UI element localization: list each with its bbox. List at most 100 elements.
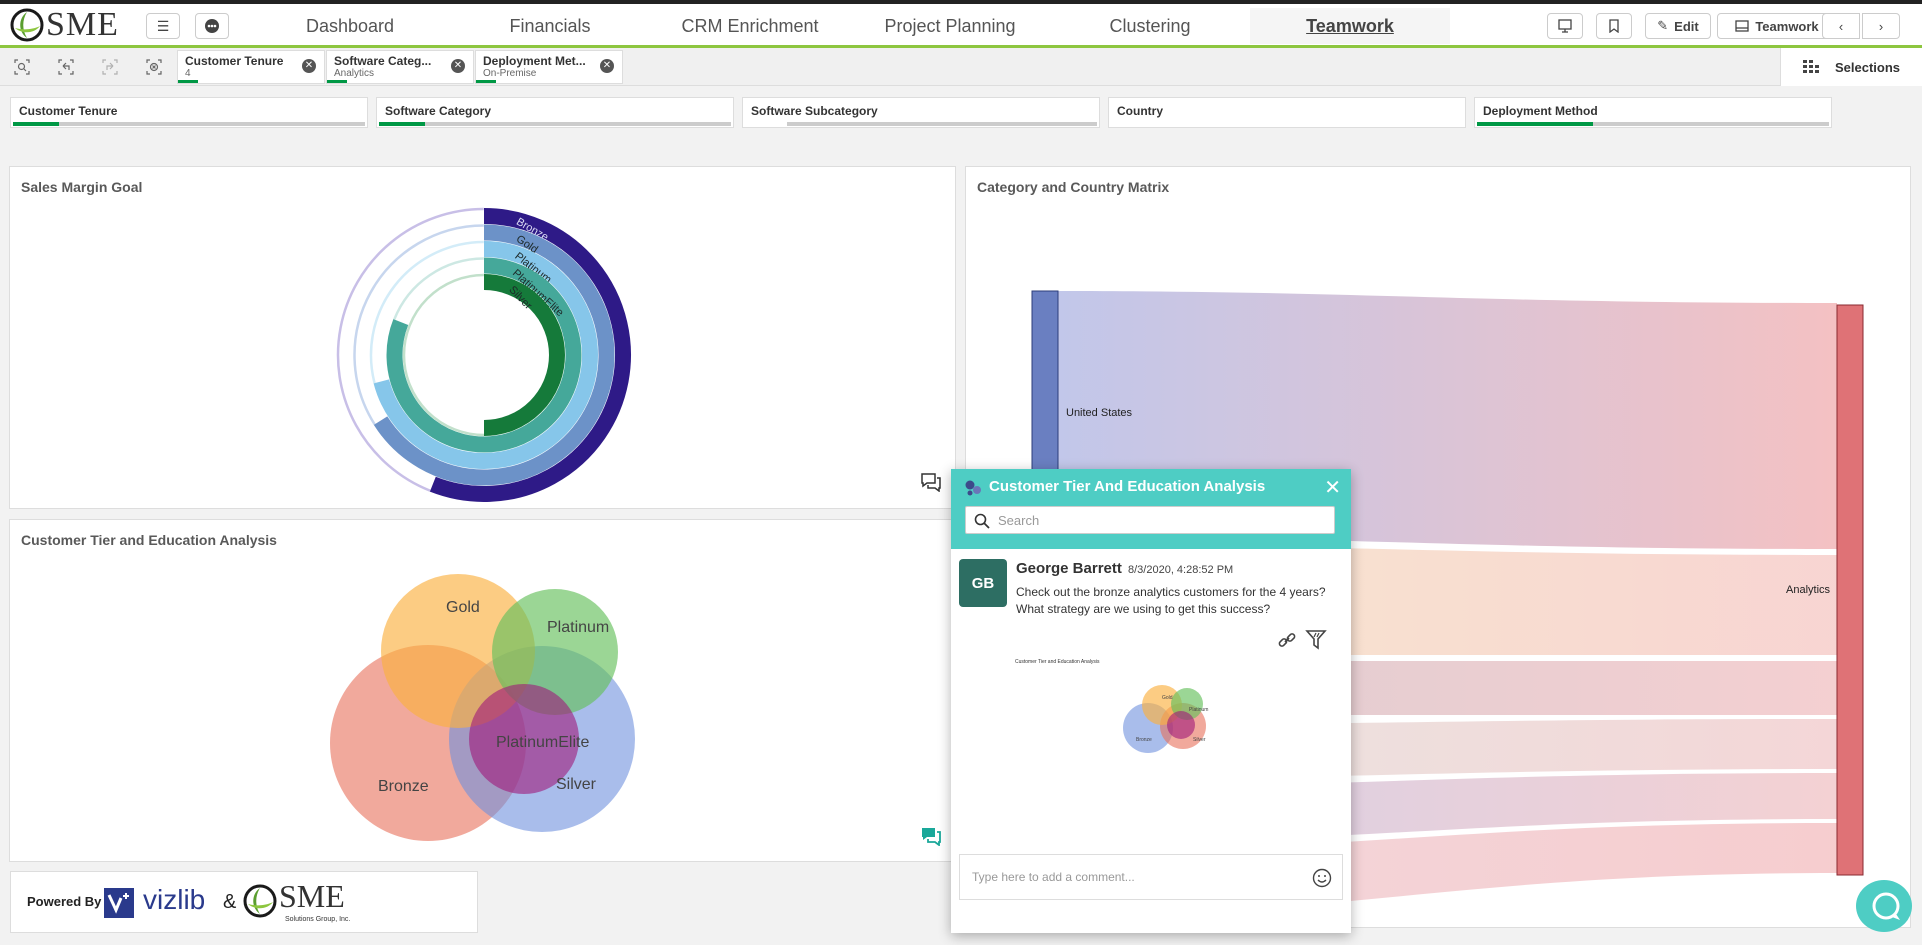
previous-sheet-button[interactable]: ‹	[1822, 13, 1860, 39]
selections-button[interactable]: Selections	[1780, 48, 1922, 86]
top-nav-bar: SME ☰ Dashboard Financials CRM Enrichmen…	[0, 0, 1922, 48]
tab-crm-enrichment[interactable]: CRM Enrichment	[650, 8, 850, 44]
filter-software-category[interactable]: Software Category	[376, 97, 734, 128]
filter-deployment-method[interactable]: Deployment Method	[1474, 97, 1832, 128]
close-icon[interactable]: ✕	[1324, 475, 1341, 500]
vizlib-brand: vizlib	[143, 884, 206, 915]
step-forward-icon	[102, 59, 118, 75]
filter-track	[13, 122, 365, 126]
chip-value: 4	[185, 68, 191, 79]
selection-chip-software-category[interactable]: Software Categ... Analytics ✕	[326, 50, 474, 84]
link-icon[interactable]	[1277, 631, 1297, 649]
chip-value: Analytics	[334, 68, 375, 79]
comment-active-icon[interactable]	[920, 826, 942, 846]
venn-label-platinumelite: PlatinumElite	[496, 734, 590, 751]
comment-author: George Barrett	[1016, 560, 1122, 577]
tab-teamwork[interactable]: Teamwork	[1250, 8, 1450, 44]
chevron-right-icon: ›	[1878, 18, 1884, 34]
sheet-menu-label: Teamwork	[1755, 18, 1819, 34]
search-icon	[974, 513, 990, 529]
comment-input[interactable]	[972, 870, 1292, 884]
sheet-icon	[1735, 20, 1749, 32]
edit-button[interactable]: ✎ Edit	[1645, 13, 1711, 39]
sankey-target-node	[1836, 304, 1864, 876]
sankey-source-label: United States	[1066, 407, 1133, 419]
app-overview-button[interactable]	[195, 13, 229, 39]
smart-search-button[interactable]	[12, 59, 32, 77]
sme-logo-icon	[10, 8, 44, 42]
smart-search-icon	[14, 59, 30, 75]
filter-country[interactable]: Country	[1108, 97, 1466, 128]
thumbnail-label-bronze: Bronze	[1136, 737, 1152, 743]
venn-label-silver: Silver	[556, 776, 597, 793]
comment-thumbnail[interactable]: Customer Tier and Education Analysis Gol…	[1011, 655, 1251, 761]
filter-fill	[379, 122, 425, 126]
app-overview-icon	[205, 19, 219, 33]
step-forward-button[interactable]	[100, 59, 120, 77]
global-menu-button[interactable]: ☰	[146, 13, 180, 39]
filter-fill	[13, 122, 59, 126]
selections-grid-icon	[1803, 60, 1819, 73]
chip-title: Deployment Met...	[483, 54, 586, 68]
selection-chip-customer-tenure[interactable]: Customer Tenure 4 ✕	[177, 50, 325, 84]
filter-track	[1477, 122, 1829, 126]
present-button[interactable]	[1547, 13, 1583, 39]
close-icon[interactable]: ✕	[600, 59, 614, 73]
selection-bar: Customer Tenure 4 ✕ Software Categ... An…	[0, 48, 1922, 86]
tab-clustering[interactable]: Clustering	[1050, 8, 1250, 44]
pencil-icon: ✎	[1657, 18, 1669, 33]
tab-dashboard[interactable]: Dashboard	[250, 8, 450, 44]
selection-chip-deployment-method[interactable]: Deployment Met... On-Premise ✕	[475, 50, 623, 84]
filter-track	[787, 122, 1097, 126]
apply-selections-icon[interactable]	[1305, 629, 1327, 651]
filter-label: Software Subcategory	[751, 104, 878, 118]
chat-bubbles-icon	[965, 480, 981, 496]
tab-financials[interactable]: Financials	[450, 8, 650, 44]
comment-search	[965, 506, 1335, 534]
chip-value: On-Premise	[483, 68, 537, 79]
hamburger-icon: ☰	[156, 17, 170, 34]
popup-header: Customer Tier And Education Analysis ✕	[951, 469, 1351, 549]
next-sheet-button[interactable]: ›	[1862, 13, 1900, 39]
app-logo[interactable]: SME	[10, 6, 119, 43]
sankey-target-label: Analytics	[1786, 584, 1831, 596]
comment-search-input[interactable]	[998, 513, 1318, 528]
filter-label: Deployment Method	[1483, 104, 1598, 118]
emoji-icon[interactable]	[1312, 868, 1332, 888]
avatar: GB	[959, 559, 1007, 607]
close-icon[interactable]: ✕	[451, 59, 465, 73]
vizlib-logo-icon	[104, 888, 134, 918]
help-chat-button[interactable]	[1856, 880, 1912, 932]
edit-label: Edit	[1674, 18, 1699, 34]
close-icon[interactable]: ✕	[302, 59, 316, 73]
popup-title: Customer Tier And Education Analysis	[989, 478, 1266, 495]
comment-icon[interactable]	[920, 472, 942, 492]
sme-brand: SME	[279, 878, 345, 914]
sheet-menu-button[interactable]: Teamwork	[1717, 13, 1837, 39]
clear-all-icon	[146, 59, 162, 75]
sheet-tabs: Dashboard Financials CRM Enrichment Proj…	[250, 8, 1450, 44]
thumbnail-label-platinum: Platinum	[1189, 707, 1209, 713]
powered-by-banner: Powered By vizlib & SME Solutions Group,…	[10, 871, 478, 933]
logo-text: SME	[46, 6, 119, 43]
venn-diagram	[330, 574, 635, 841]
comment-text: Check out the bronze analytics customers…	[1016, 585, 1326, 616]
bookmark-button[interactable]	[1596, 13, 1632, 39]
filter-label: Software Category	[385, 104, 492, 118]
comment-timestamp: 8/3/2020, 4:28:52 PM	[1128, 564, 1234, 576]
thumbnail-label-silver: Silver	[1193, 737, 1206, 743]
step-back-button[interactable]	[56, 59, 76, 77]
chip-selection-bar	[476, 80, 496, 83]
venn-label-bronze: Bronze	[378, 778, 429, 795]
selections-label: Selections	[1835, 59, 1901, 75]
sales-margin-goal-panel: Sales Margin Goal Bronze Gold Platinum Plat…	[9, 166, 956, 509]
clear-all-button[interactable]	[144, 59, 164, 77]
filter-fill	[1477, 122, 1594, 126]
filter-label: Country	[1117, 104, 1163, 118]
tab-project-planning[interactable]: Project Planning	[850, 8, 1050, 44]
filter-software-subcategory[interactable]: Software Subcategory	[742, 97, 1100, 128]
venn-label-gold: Gold	[446, 599, 480, 616]
bookmark-icon	[1609, 19, 1619, 33]
filter-customer-tenure[interactable]: Customer Tenure	[10, 97, 368, 128]
thumbnail-label-gold: Gold	[1162, 695, 1173, 701]
